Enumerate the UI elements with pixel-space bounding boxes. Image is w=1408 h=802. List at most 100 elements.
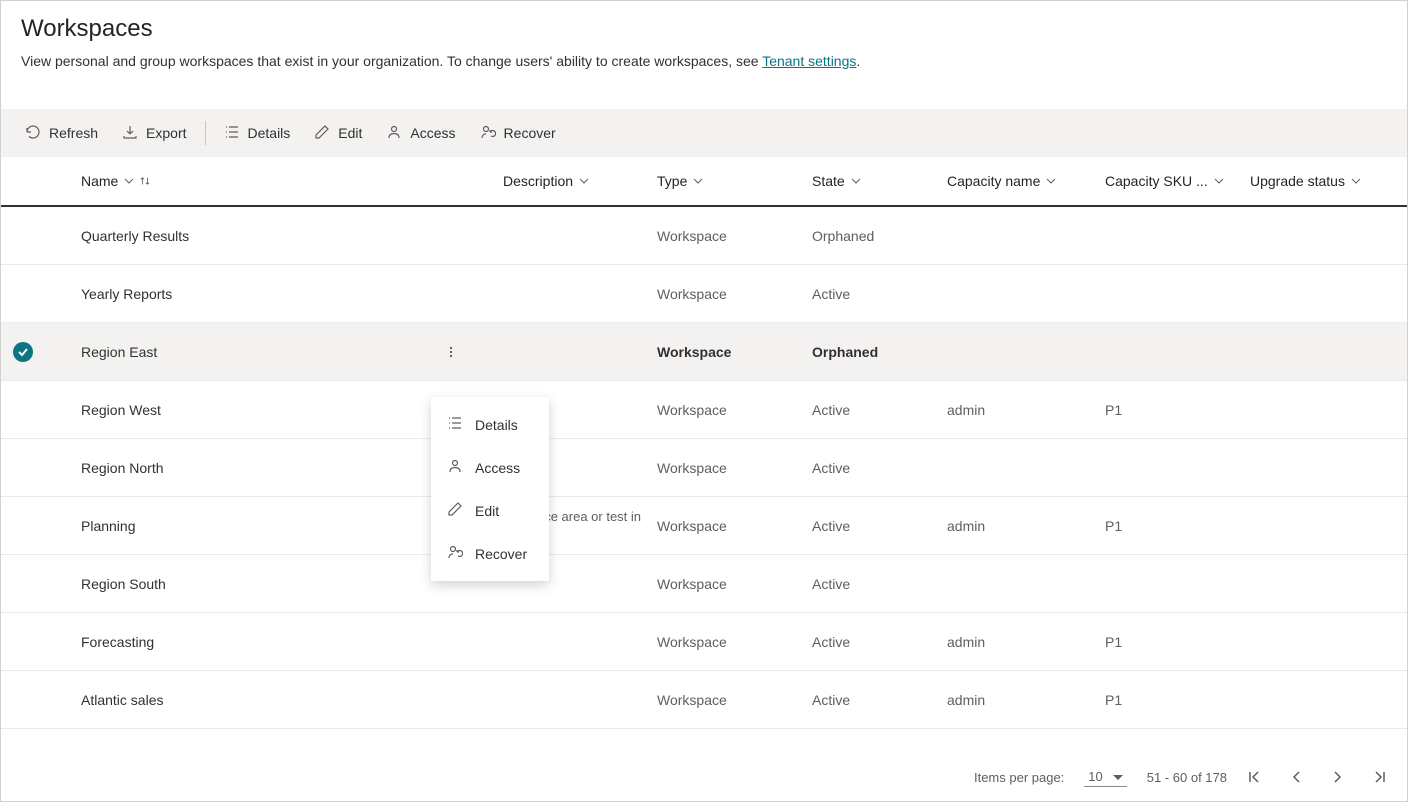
table-row[interactable]: Quarterly Results WorkspaceOrphaned [1, 207, 1407, 265]
row-type-cell: Workspace [657, 344, 812, 360]
row-capacity-name-cell: admin [947, 518, 1105, 534]
row-name-cell: Atlantic sales [81, 692, 503, 708]
edit-label: Edit [338, 125, 362, 141]
chevron-down-icon [851, 173, 861, 189]
recover-button[interactable]: Recover [468, 115, 568, 151]
row-type-cell: Workspace [657, 518, 812, 534]
row-state-cell: Active [812, 692, 947, 708]
row-type-cell: Workspace [657, 634, 812, 650]
table-row[interactable]: PlanningorkSpace area or test in BBTWork… [1, 497, 1407, 555]
col-description-header[interactable]: Description [503, 173, 657, 189]
row-state-cell: Active [812, 518, 947, 534]
page-description: View personal and group workspaces that … [21, 53, 1387, 69]
row-type-cell: Workspace [657, 286, 812, 302]
dropdown-icon [1113, 769, 1123, 784]
chevron-down-icon [693, 173, 703, 189]
row-state-cell: Active [812, 576, 947, 592]
desc-suffix: . [856, 53, 860, 69]
row-type-cell: Workspace [657, 402, 812, 418]
table-row[interactable]: Yearly Reports WorkspaceActive [1, 265, 1407, 323]
pagination: Items per page: 10 51 - 60 of 178 [974, 767, 1387, 787]
col-upgrade-status-header[interactable]: Upgrade status [1250, 173, 1395, 189]
table-row[interactable]: Region SouthWorkspaceActive [1, 555, 1407, 613]
col-upgrade-status-label: Upgrade status [1250, 173, 1345, 189]
row-context-menu: Details Access Edit Recover [431, 397, 549, 581]
row-name-cell: Forecasting [81, 634, 503, 650]
more-options-button[interactable] [439, 344, 463, 360]
col-type-header[interactable]: Type [657, 173, 812, 189]
edit-icon [314, 124, 330, 143]
context-details-label: Details [475, 417, 518, 433]
table-row[interactable]: Region WestWorkspaceActiveadminP1 [1, 381, 1407, 439]
row-state-cell: Active [812, 402, 947, 418]
refresh-icon [25, 124, 41, 143]
row-checkbox-cell[interactable] [13, 342, 81, 362]
row-capacity-name-cell: admin [947, 634, 1105, 650]
chevron-down-icon [1046, 173, 1056, 189]
access-button[interactable]: Access [374, 115, 467, 151]
refresh-button[interactable]: Refresh [13, 115, 110, 151]
context-edit[interactable]: Edit [431, 489, 549, 532]
context-access[interactable]: Access [431, 446, 549, 489]
context-recover[interactable]: Recover [431, 532, 549, 575]
items-per-page-value: 10 [1088, 769, 1102, 784]
details-button[interactable]: Details [212, 115, 303, 151]
table-row[interactable]: Atlantic sales WorkspaceActiveadminP1 [1, 671, 1407, 729]
col-capacity-name-header[interactable]: Capacity name [947, 173, 1105, 189]
toolbar: Refresh Export Details Edit Access Recov… [1, 109, 1407, 157]
first-page-button[interactable] [1247, 770, 1261, 784]
edit-icon [447, 501, 463, 520]
recover-label: Recover [504, 125, 556, 141]
chevron-down-icon [579, 173, 589, 189]
edit-button[interactable]: Edit [302, 115, 374, 151]
pagination-range: 51 - 60 of 178 [1147, 770, 1227, 785]
recover-icon [447, 544, 463, 563]
row-name-cell: Quarterly Results [81, 228, 503, 244]
export-icon [122, 124, 138, 143]
col-name-header[interactable]: Name [81, 173, 503, 189]
table-row[interactable]: Region EastWorkspaceOrphaned [1, 323, 1407, 381]
items-per-page-label: Items per page: [974, 770, 1064, 785]
page-title: Workspaces [21, 15, 1387, 43]
row-capacity-sku-cell: P1 [1105, 692, 1250, 708]
row-capacity-name-cell: admin [947, 692, 1105, 708]
tenant-settings-link[interactable]: Tenant settings [762, 53, 856, 69]
col-capacity-sku-label: Capacity SKU ... [1105, 173, 1208, 189]
desc-text: View personal and group workspaces that … [21, 53, 762, 69]
row-type-cell: Workspace [657, 692, 812, 708]
last-page-button[interactable] [1373, 770, 1387, 784]
table-row[interactable]: ForecastingWorkspaceActiveadminP1 [1, 613, 1407, 671]
col-capacity-sku-header[interactable]: Capacity SKU ... [1105, 173, 1250, 189]
row-state-cell: Active [812, 460, 947, 476]
col-state-header[interactable]: State [812, 173, 947, 189]
row-state-cell: Active [812, 634, 947, 650]
refresh-label: Refresh [49, 125, 98, 141]
row-type-cell: Workspace [657, 576, 812, 592]
details-icon [224, 124, 240, 143]
access-icon [447, 458, 463, 477]
toolbar-separator [205, 121, 206, 145]
chevron-down-icon [124, 173, 134, 189]
context-access-label: Access [475, 460, 520, 476]
row-capacity-sku-cell: P1 [1105, 402, 1250, 418]
row-name-cell: Region East [81, 344, 503, 360]
table-row[interactable]: Region NorthWorkspaceActive [1, 439, 1407, 497]
col-name-label: Name [81, 173, 118, 189]
context-details[interactable]: Details [431, 403, 549, 446]
prev-page-button[interactable] [1289, 770, 1303, 784]
chevron-down-icon [1214, 173, 1224, 189]
col-type-label: Type [657, 173, 687, 189]
row-state-cell: Active [812, 286, 947, 302]
access-icon [386, 124, 402, 143]
details-label: Details [248, 125, 291, 141]
sort-icon [140, 176, 150, 186]
context-edit-label: Edit [475, 503, 499, 519]
items-per-page-select[interactable]: 10 [1084, 767, 1126, 787]
row-type-cell: Workspace [657, 228, 812, 244]
row-type-cell: Workspace [657, 460, 812, 476]
row-state-cell: Orphaned [812, 228, 947, 244]
next-page-button[interactable] [1331, 770, 1345, 784]
row-name-cell: Yearly Reports [81, 286, 503, 302]
checked-icon [13, 342, 33, 362]
export-button[interactable]: Export [110, 115, 198, 151]
